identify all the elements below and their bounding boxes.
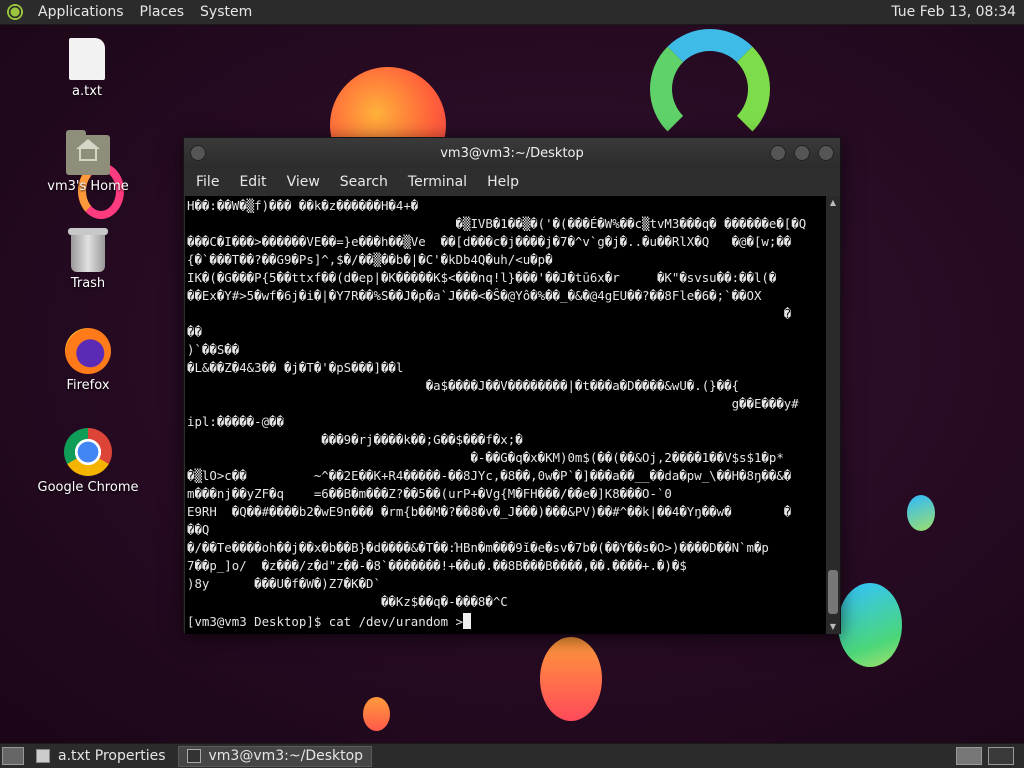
blue-green-blob bbox=[838, 583, 902, 667]
maximize-button[interactable] bbox=[794, 145, 810, 161]
minimize-button[interactable] bbox=[770, 145, 786, 161]
orange-egg-blob bbox=[540, 637, 602, 721]
menu-search[interactable]: Search bbox=[330, 174, 398, 190]
desktop-icon-trash[interactable]: Trash bbox=[33, 228, 143, 291]
chrome-icon bbox=[64, 428, 112, 476]
desktop-icon-chrome[interactable]: Google Chrome bbox=[33, 428, 143, 495]
terminal-icon bbox=[186, 749, 201, 763]
desktop-icon-label: vm3's Home bbox=[47, 179, 129, 194]
terminal-prompt: [vm3@vm3 Desktop]$ cat /dev/urandom > bbox=[187, 614, 464, 629]
firefox-icon bbox=[65, 328, 111, 374]
desktop-icon-a-txt[interactable]: a.txt bbox=[32, 38, 142, 99]
desktop-icon-label: a.txt bbox=[72, 84, 102, 99]
workspace-2[interactable] bbox=[988, 747, 1014, 765]
clock[interactable]: Tue Feb 13, 08:34 bbox=[891, 4, 1024, 20]
window-title: vm3@vm3:~/Desktop bbox=[440, 145, 584, 161]
small-blue-blob bbox=[907, 495, 935, 531]
top-panel: Applications Places System Tue Feb 13, 0… bbox=[0, 0, 1024, 25]
document-icon bbox=[36, 749, 50, 763]
close-button[interactable] bbox=[818, 145, 834, 161]
scroll-up-icon[interactable]: ▲ bbox=[826, 196, 840, 210]
workspace-switcher bbox=[956, 747, 1024, 765]
home-folder-icon bbox=[66, 130, 110, 175]
text-cursor bbox=[463, 613, 472, 629]
taskbar-item-label: vm3@vm3:~/Desktop bbox=[208, 748, 364, 764]
window-titlebar[interactable]: vm3@vm3:~/Desktop bbox=[184, 138, 840, 168]
terminal-menubar: File Edit View Search Terminal Help bbox=[184, 168, 840, 196]
menu-terminal[interactable]: Terminal bbox=[398, 174, 477, 190]
applications-menu[interactable]: Applications bbox=[30, 4, 132, 20]
workspace-1[interactable] bbox=[956, 747, 982, 765]
taskbar-item-label: a.txt Properties bbox=[58, 748, 166, 764]
bottom-panel: a.txt Properties vm3@vm3:~/Desktop bbox=[0, 743, 1024, 768]
desktop-icon-label: Trash bbox=[70, 276, 106, 291]
desktop-icon-home[interactable]: vm3's Home bbox=[33, 130, 143, 194]
terminal-window[interactable]: vm3@vm3:~/Desktop File Edit View Search … bbox=[183, 137, 841, 634]
desktop-icon-label: Firefox bbox=[66, 378, 110, 393]
scroll-down-icon[interactable]: ▼ bbox=[826, 620, 840, 634]
menu-edit[interactable]: Edit bbox=[229, 174, 276, 190]
distro-logo-icon[interactable] bbox=[6, 3, 24, 21]
text-file-icon bbox=[69, 38, 105, 80]
desktop-icon-firefox[interactable]: Firefox bbox=[33, 328, 143, 393]
taskbar-item-properties[interactable]: a.txt Properties bbox=[28, 746, 174, 767]
window-menu-button[interactable] bbox=[190, 145, 206, 161]
green-ring-decoration bbox=[650, 29, 770, 149]
terminal-prompt-line: [vm3@vm3 Desktop]$ cat /dev/urandom > bbox=[185, 612, 827, 632]
small-orange-blob bbox=[363, 697, 390, 731]
terminal-output: H��:��W�▒f)��� ��k�z������H�4+� �▒IVB�1�… bbox=[187, 198, 807, 609]
terminal-scrollbar[interactable]: ▲ ▼ bbox=[826, 196, 840, 634]
places-menu[interactable]: Places bbox=[132, 4, 193, 20]
menu-help[interactable]: Help bbox=[477, 174, 529, 190]
menu-view[interactable]: View bbox=[277, 174, 330, 190]
scrollbar-thumb[interactable] bbox=[828, 570, 838, 614]
terminal-text-area[interactable]: H��:��W�▒f)��� ��k�z������H�4+� �▒IVB�1�… bbox=[185, 196, 827, 634]
desktop-icon-label: Google Chrome bbox=[37, 480, 139, 495]
trash-icon bbox=[68, 228, 108, 272]
system-menu[interactable]: System bbox=[192, 4, 260, 20]
taskbar-item-terminal[interactable]: vm3@vm3:~/Desktop bbox=[177, 745, 373, 767]
show-desktop-icon[interactable] bbox=[2, 747, 24, 765]
menu-file[interactable]: File bbox=[186, 174, 229, 190]
